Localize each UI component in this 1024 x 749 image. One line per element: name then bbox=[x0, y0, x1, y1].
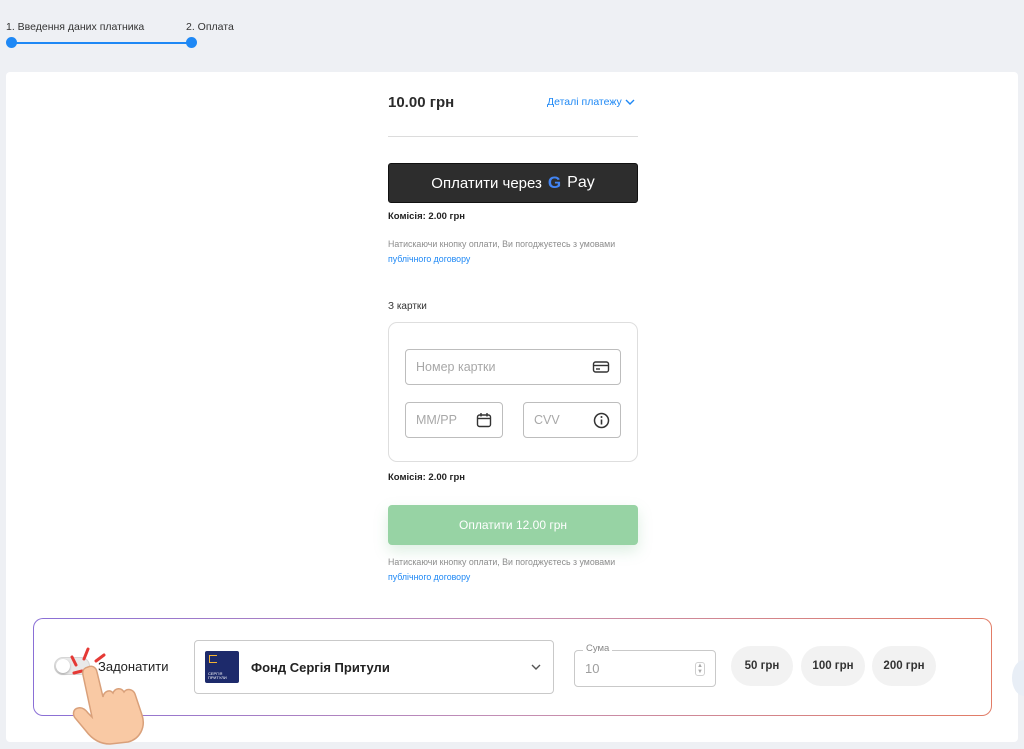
card-terms: Натискаючи кнопку оплати, Ви погоджуєтес… bbox=[388, 555, 628, 585]
sum-label: Сума bbox=[583, 643, 613, 654]
donation-chip-200[interactable]: 200 грн bbox=[872, 646, 936, 686]
pointing-hand-icon bbox=[70, 647, 144, 745]
donation-sum-input[interactable]: Сума 10 ▲ ▼ bbox=[574, 643, 716, 687]
fund-logo: СЕРГІЯ ПРИТУЛИ bbox=[205, 651, 239, 683]
step-2-label: 2. Оплата bbox=[186, 21, 234, 33]
card-number-placeholder: Номер картки bbox=[416, 360, 496, 374]
payment-details-link[interactable]: Деталі платежу bbox=[547, 96, 636, 108]
fund-select[interactable]: СЕРГІЯ ПРИТУЛИ Фонд Сергія Притули bbox=[194, 640, 554, 694]
card-terms-text: Натискаючи кнопку оплати, Ви погоджуєтес… bbox=[388, 557, 616, 567]
payment-card: 10.00 грн Деталі платежу Оплатити через … bbox=[6, 72, 1018, 742]
google-pay-word: Pay bbox=[567, 174, 595, 191]
google-pay-label: Оплатити через bbox=[431, 174, 542, 192]
number-spinner-icon[interactable]: ▲ ▼ bbox=[695, 661, 705, 676]
step-2-dot bbox=[186, 37, 197, 48]
card-public-contract-link[interactable]: публічного договору bbox=[388, 572, 470, 582]
gpay-public-contract-link[interactable]: публічного договору bbox=[388, 254, 470, 264]
donation-panel: Задонатити СЕРГІЯ ПРИТУЛИ Фонд Сергія Пр… bbox=[33, 618, 992, 716]
card-section-label: З картки bbox=[388, 301, 427, 312]
toggle-knob bbox=[56, 659, 70, 673]
pay-button[interactable]: Оплатити 12.00 грн bbox=[388, 505, 638, 545]
credit-card-icon bbox=[592, 361, 610, 373]
donation-chip-50[interactable]: 50 грн bbox=[731, 646, 793, 686]
chevron-down-icon bbox=[625, 99, 635, 105]
gpay-terms: Натискаючи кнопку оплати, Ви погоджуєтес… bbox=[388, 237, 628, 267]
gpay-fee: Комісія: 2.00 грн bbox=[388, 211, 466, 222]
cvv-placeholder: CVV bbox=[534, 413, 560, 427]
google-pay-button[interactable]: Оплатити через G Pay bbox=[388, 163, 638, 203]
sum-value: 10 bbox=[585, 661, 600, 676]
summary-divider bbox=[388, 136, 638, 137]
fund-name: Фонд Сергія Притули bbox=[251, 659, 390, 675]
card-form: Номер картки ММ/РР CVV bbox=[388, 322, 638, 462]
gpay-terms-text: Натискаючи кнопку оплати, Ви погоджуєтес… bbox=[388, 239, 616, 249]
payment-stepper: 1. Введення даних платника 2. Оплата bbox=[6, 14, 246, 54]
card-fee: Комісія: 2.00 грн bbox=[388, 472, 466, 483]
info-icon[interactable] bbox=[593, 412, 610, 429]
google-g-icon: G bbox=[547, 173, 562, 192]
payment-details-label: Деталі платежу bbox=[547, 96, 622, 108]
step-1-dot bbox=[6, 37, 17, 48]
chevron-down-icon bbox=[531, 664, 541, 670]
expiry-placeholder: ММ/РР bbox=[416, 413, 457, 427]
donation-chip-100[interactable]: 100 грн bbox=[801, 646, 865, 686]
cvv-input[interactable]: CVV bbox=[523, 402, 621, 438]
calendar-icon bbox=[476, 413, 492, 428]
expiry-date-input[interactable]: ММ/РР bbox=[405, 402, 503, 438]
payment-amount: 10.00 грн bbox=[388, 94, 455, 111]
card-number-input[interactable]: Номер картки bbox=[405, 349, 621, 385]
step-1-label: 1. Введення даних платника bbox=[6, 21, 145, 33]
stepper-progress-line bbox=[14, 42, 192, 44]
